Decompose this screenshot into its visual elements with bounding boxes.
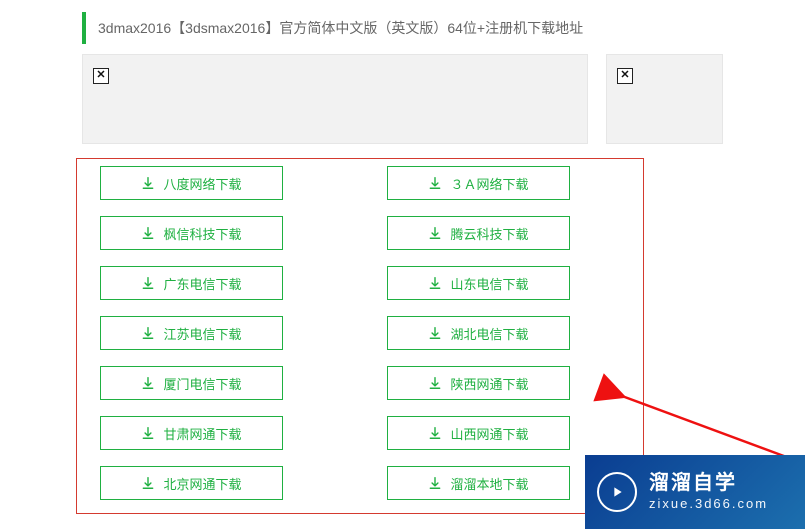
- watermark-play-icon: [597, 472, 637, 512]
- download-button[interactable]: 湖北电信下载: [387, 316, 570, 350]
- download-label: 八度网络下载: [163, 174, 241, 193]
- download-label: 陕西网通下载: [450, 374, 528, 393]
- download-button[interactable]: 腾云科技下载: [387, 216, 570, 250]
- download-icon: [428, 426, 442, 440]
- download-label: 溜溜本地下载: [450, 474, 528, 493]
- content-columns: ✕ 八度网络下载 ３Ａ网络下载 枫信科技下载: [82, 54, 723, 500]
- download-section-title: 3dmax2016【3dsmax2016】官方简体中文版（英文版）64位+注册机…: [82, 12, 723, 44]
- download-button[interactable]: 溜溜本地下载: [387, 466, 570, 500]
- download-button[interactable]: 枫信科技下载: [100, 216, 283, 250]
- download-label: 江苏电信下载: [163, 324, 241, 343]
- broken-image-icon: ✕: [617, 68, 633, 84]
- download-label: 北京网通下载: [163, 474, 241, 493]
- download-icon: [141, 176, 155, 190]
- download-icon: [141, 476, 155, 490]
- download-icon: [141, 426, 155, 440]
- download-label: 广东电信下载: [163, 274, 241, 293]
- download-icon: [428, 476, 442, 490]
- download-links-grid: 八度网络下载 ３Ａ网络下载 枫信科技下载 腾云科技下载: [82, 166, 588, 500]
- download-label: 湖北电信下载: [450, 324, 528, 343]
- download-label: 枫信科技下载: [163, 224, 241, 243]
- download-label: 山西网通下载: [450, 424, 528, 443]
- download-label: 厦门电信下载: [163, 374, 241, 393]
- download-button[interactable]: 陕西网通下载: [387, 366, 570, 400]
- download-icon: [428, 376, 442, 390]
- title-text: 3dmax2016【3dsmax2016】官方简体中文版（英文版）64位+注册机…: [98, 20, 583, 36]
- watermark-url: zixue.3d66.com: [649, 496, 768, 512]
- download-icon: [428, 276, 442, 290]
- watermark-logo: 溜溜自学 zixue.3d66.com: [585, 455, 805, 529]
- ad-card-side: ✕: [606, 54, 723, 144]
- watermark-text: 溜溜自学 zixue.3d66.com: [649, 471, 768, 512]
- download-button[interactable]: 北京网通下载: [100, 466, 283, 500]
- download-button[interactable]: 江苏电信下载: [100, 316, 283, 350]
- download-icon: [428, 176, 442, 190]
- download-label: 山东电信下载: [450, 274, 528, 293]
- ad-card-main: ✕: [82, 54, 588, 144]
- download-icon: [141, 226, 155, 240]
- main-column: ✕ 八度网络下载 ３Ａ网络下载 枫信科技下载: [82, 54, 588, 500]
- download-button[interactable]: 山西网通下载: [387, 416, 570, 450]
- download-icon: [141, 276, 155, 290]
- download-icon: [428, 326, 442, 340]
- download-label: 腾云科技下载: [450, 224, 528, 243]
- broken-image-icon: ✕: [93, 68, 109, 84]
- download-label: ３Ａ网络下载: [450, 174, 528, 193]
- download-icon: [141, 326, 155, 340]
- download-button[interactable]: 山东电信下载: [387, 266, 570, 300]
- watermark-title: 溜溜自学: [649, 471, 768, 496]
- download-button[interactable]: 广东电信下载: [100, 266, 283, 300]
- side-column: ✕: [606, 54, 723, 500]
- download-button[interactable]: 八度网络下载: [100, 166, 283, 200]
- download-button[interactable]: ３Ａ网络下载: [387, 166, 570, 200]
- download-icon: [428, 226, 442, 240]
- download-button[interactable]: 厦门电信下载: [100, 366, 283, 400]
- download-icon: [141, 376, 155, 390]
- download-button[interactable]: 甘肃网通下载: [100, 416, 283, 450]
- download-label: 甘肃网通下载: [163, 424, 241, 443]
